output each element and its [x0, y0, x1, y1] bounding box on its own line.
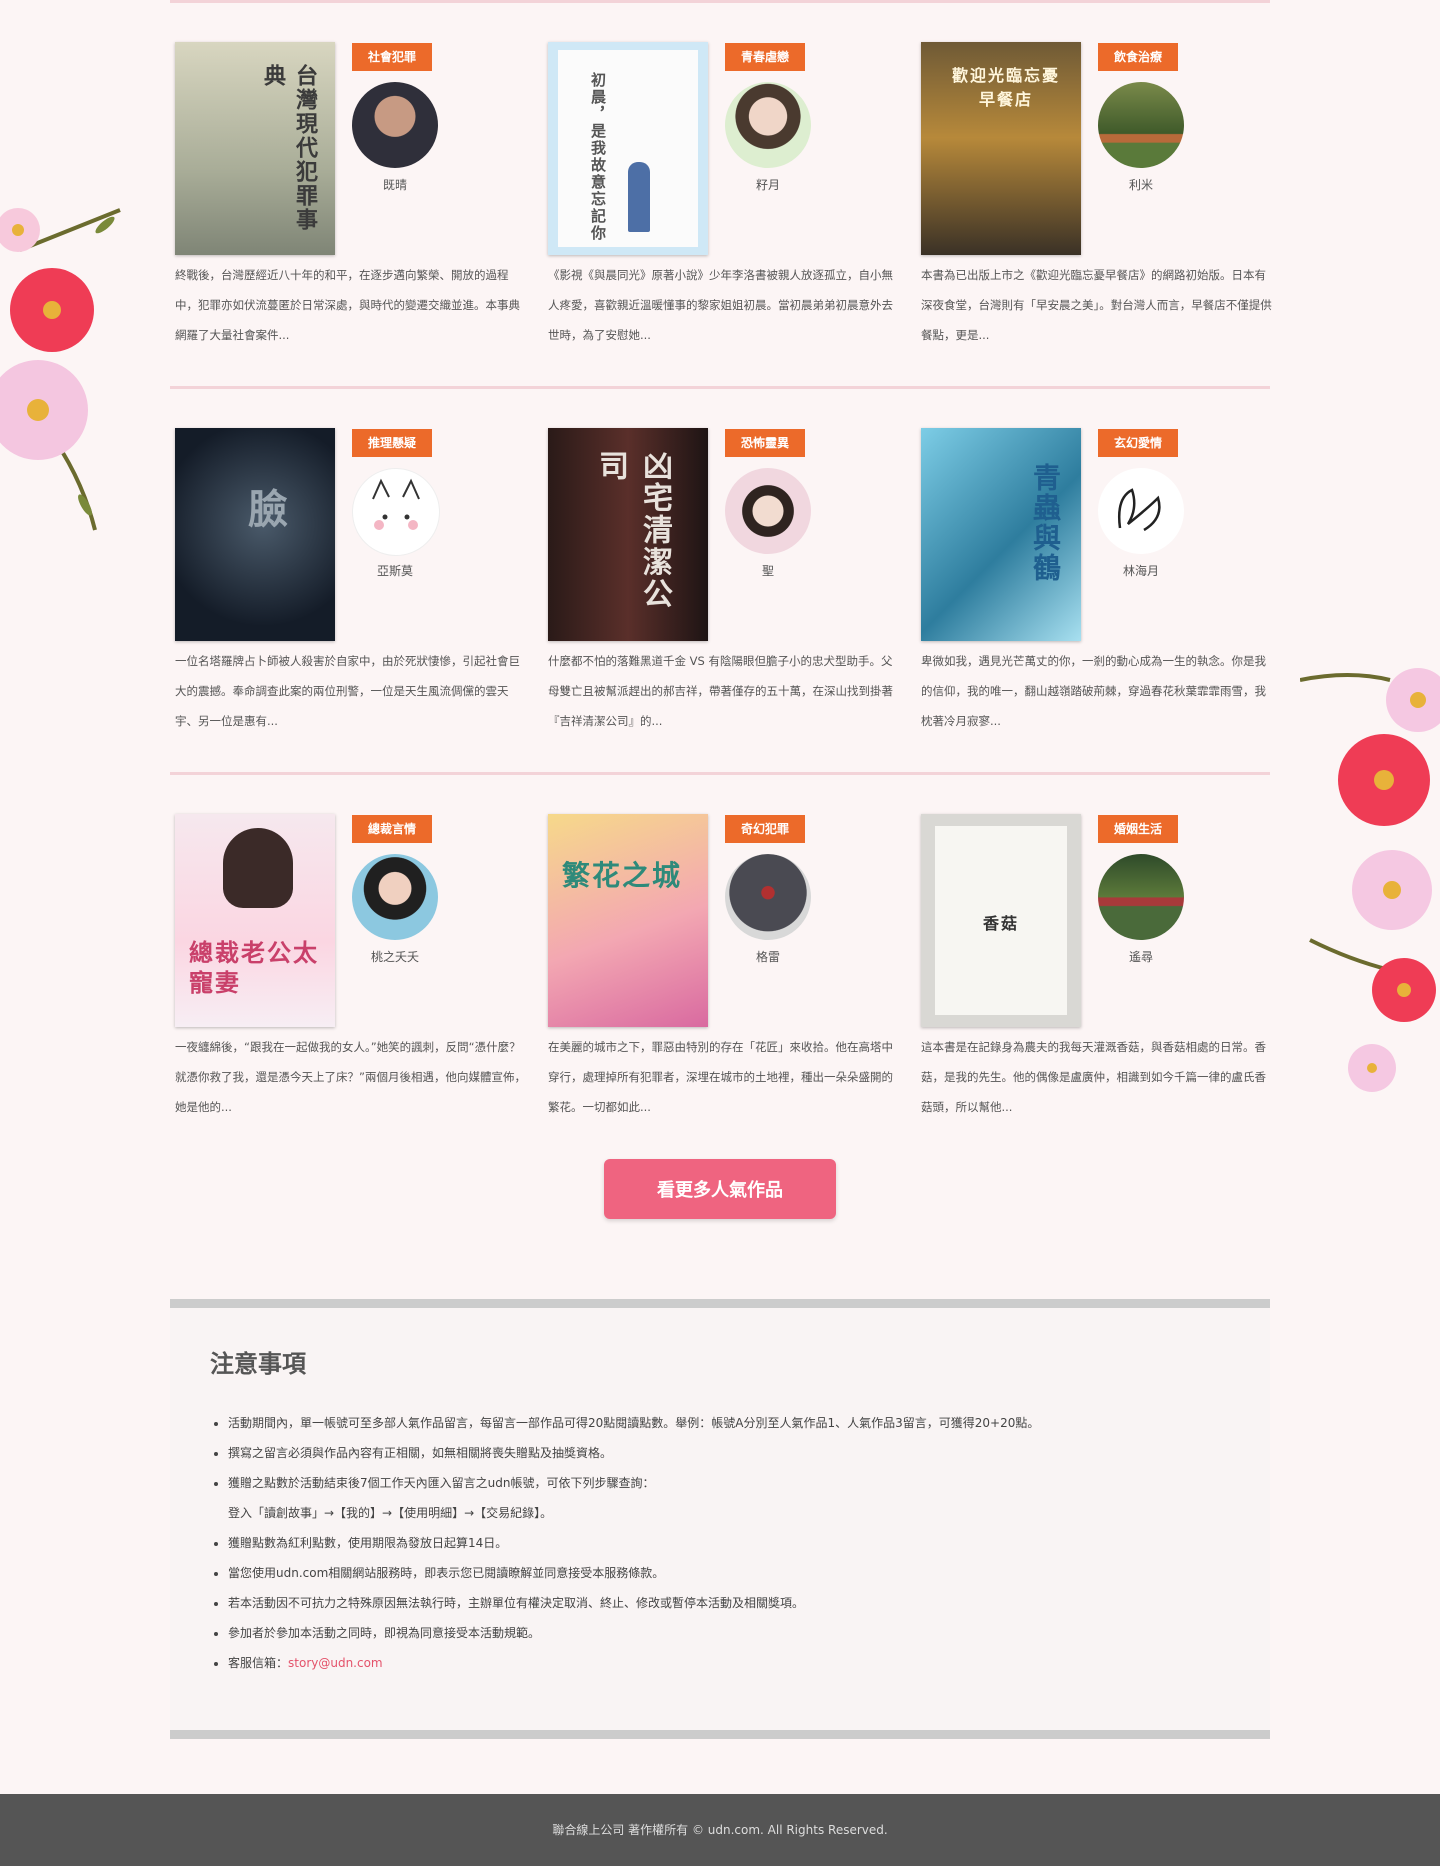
notice-section: 注意事項 活動期間內，單一帳號可至多部人氣作品留言，每留言一部作品可得20點閱讀… [170, 1299, 1270, 1739]
author-name[interactable]: 利米 [1098, 176, 1184, 193]
book-cover[interactable]: 青蟲與鶴 [921, 428, 1081, 641]
notice-item: 獲贈點數為紅利點數，使用期限為發放日起算14日。 [228, 1528, 1248, 1558]
book-description: 一夜纏綿後，“跟我在一起做我的女人。”她笑的諷刺，反問“憑什麼？就憑你救了我，還… [175, 1040, 526, 1114]
author-avatar[interactable] [725, 854, 811, 940]
book-cover[interactable]: 初晨，是我故意忘記你 [548, 42, 708, 255]
footer-copyright: 聯合線上公司 著作權所有 © udn.com. All Rights Reser… [0, 1794, 1440, 1866]
author-name[interactable]: 林海月 [1098, 562, 1184, 579]
notice-title: 注意事項 [210, 1350, 306, 1378]
book-card[interactable]: 歡迎光臨忘憂早餐店 飲食治療 利米 本書為已出版上市之《歡迎光臨忘憂早餐店》的網… [916, 42, 1276, 342]
author-avatar[interactable] [352, 82, 438, 168]
author-name[interactable]: 格雷 [725, 948, 811, 965]
book-description: 這本書是在記錄身為農夫的我每天灌溉香菇，與香菇相處的日常。香菇，是我的先生。他的… [921, 1040, 1266, 1114]
author-avatar[interactable] [1098, 468, 1184, 554]
book-cover[interactable]: 總裁老公太寵妻 [175, 814, 335, 1027]
notice-item: 活動期間內，單一帳號可至多部人氣作品留言，每留言一部作品可得20點閱讀點數。舉例… [228, 1408, 1248, 1438]
left-flower-decoration [0, 208, 121, 531]
book-cover[interactable]: 香菇 [921, 814, 1081, 1027]
category-tag[interactable]: 恐怖靈異 [725, 429, 805, 457]
book-description: 在美麗的城市之下，罪惡由特別的存在「花匠」來收拾。他在高塔中穿行，處理掉所有犯罪… [548, 1040, 893, 1114]
author-avatar[interactable] [1098, 82, 1184, 168]
category-tag[interactable]: 推理懸疑 [352, 429, 432, 457]
author-avatar[interactable] [352, 468, 440, 556]
book-cover[interactable]: 歡迎光臨忘憂早餐店 [921, 42, 1081, 255]
book-card[interactable]: 台灣現代犯罪事典 社會犯罪 既晴 終戰後，台灣歷經近八十年的和平，在逐步邁向繁榮… [170, 42, 530, 342]
book-row: 台灣現代犯罪事典 社會犯罪 既晴 終戰後，台灣歷經近八十年的和平，在逐步邁向繁榮… [170, 0, 1272, 386]
category-tag[interactable]: 社會犯罪 [352, 43, 432, 71]
book-cover[interactable]: 台灣現代犯罪事典 [175, 42, 335, 255]
contact-email-link[interactable]: story@udn.com [288, 1656, 383, 1670]
category-tag[interactable]: 婚姻生活 [1098, 815, 1178, 843]
author-avatar[interactable] [725, 82, 811, 168]
book-card[interactable]: 凶宅清潔公司 恐怖靈異 聖 什麼都不怕的落難黑道千金 VS 有陰陽眼但膽子小的忠… [543, 428, 903, 728]
category-tag[interactable]: 奇幻犯罪 [725, 815, 805, 843]
book-cover[interactable]: 凶宅清潔公司 [548, 428, 708, 641]
notice-item: 若本活動因不可抗力之特殊原因無法執行時，主辦單位有權決定取消、終止、修改或暫停本… [228, 1588, 1248, 1618]
notice-item: 撰寫之留言必須與作品內容有正相關，如無相關將喪失贈點及抽獎資格。 [228, 1438, 1248, 1468]
book-cover[interactable]: 繁花之城 [548, 814, 708, 1027]
book-card[interactable]: 初晨，是我故意忘記你 青春虐戀 籽月 《影視《與晨同光》原著小說》少年李洛書被親… [543, 42, 903, 342]
book-description: 什麼都不怕的落難黑道千金 VS 有陰陽眼但膽子小的忠犬型助手。父母雙亡且被幫派趕… [548, 654, 893, 728]
book-description: 終戰後，台灣歷經近八十年的和平，在逐步邁向繁榮、開放的過程中，犯罪亦如伏流蔓匿於… [175, 268, 520, 342]
book-card[interactable]: 繁花之城 奇幻犯罪 格雷 在美麗的城市之下，罪惡由特別的存在「花匠」來收拾。他在… [543, 814, 903, 1114]
notice-item: 當您使用udn.com相關網站服務時，即表示您已閱讀瞭解並同意接受本服務條款。 [228, 1558, 1248, 1588]
author-avatar[interactable] [725, 468, 811, 554]
book-description: 卑微如我，遇見光芒萬丈的你，一剎的動心成為一生的執念。你是我的信仰，我的唯一，翻… [921, 654, 1266, 728]
notice-item: 獲贈之點數於活動結束後7個工作天內匯入留言之udn帳號，可依下列步驟查詢： [228, 1468, 1248, 1498]
category-tag[interactable]: 總裁言情 [352, 815, 432, 843]
notice-item-steps: 登入「讀創故事」→【我的】→【使用明細】→【交易紀錄】。 [228, 1506, 553, 1520]
book-description: 本書為已出版上市之《歡迎光臨忘憂早餐店》的網路初始版。日本有深夜食堂，台灣則有「… [921, 268, 1272, 342]
category-tag[interactable]: 玄幻愛情 [1098, 429, 1178, 457]
author-name[interactable]: 聖 [725, 562, 811, 579]
notice-list: 活動期間內，單一帳號可至多部人氣作品留言，每留言一部作品可得20點閱讀點數。舉例… [210, 1408, 1248, 1678]
contact-label: 客服信箱： [228, 1656, 289, 1670]
right-flower-decoration [1300, 668, 1440, 1092]
category-tag[interactable]: 青春虐戀 [725, 43, 805, 71]
more-works-button[interactable]: 看更多人氣作品 [604, 1159, 836, 1219]
author-name[interactable]: 桃之夭夭 [352, 948, 438, 965]
book-row: 總裁老公太寵妻 總裁言情 桃之夭夭 一夜纏綿後，“跟我在一起做我的女人。”她笑的… [170, 772, 1270, 1158]
book-card[interactable]: 香菇 婚姻生活 遙尋 這本書是在記錄身為農夫的我每天灌溉香菇，與香菇相處的日常。… [916, 814, 1276, 1114]
category-tag[interactable]: 飲食治療 [1098, 43, 1178, 71]
book-card[interactable]: 臉 推理懸疑 亞斯莫 一位名塔羅牌占卜師被人殺害於自家中，由於死狀悽慘，引起社會… [170, 428, 530, 728]
author-name[interactable]: 既晴 [352, 176, 438, 193]
book-description: 《影視《與晨同光》原著小說》少年李洛書被親人放逐孤立，自小無人疼愛，喜歡親近溫暖… [548, 268, 893, 342]
book-cover[interactable]: 臉 [175, 428, 335, 641]
book-card[interactable]: 總裁老公太寵妻 總裁言情 桃之夭夭 一夜纏綿後，“跟我在一起做我的女人。”她笑的… [170, 814, 530, 1114]
author-name[interactable]: 亞斯莫 [352, 562, 438, 579]
author-name[interactable]: 遙尋 [1098, 948, 1184, 965]
notice-item: 參加者於參加本活動之同時，即視為同意接受本活動規範。 [228, 1618, 1248, 1648]
book-description: 一位名塔羅牌占卜師被人殺害於自家中，由於死狀悽慘，引起社會巨大的震撼。奉命調查此… [175, 654, 520, 728]
book-row: 臉 推理懸疑 亞斯莫 一位名塔羅牌占卜師被人殺害於自家中，由於死狀悽慘，引起社會… [170, 386, 1270, 772]
author-avatar[interactable] [352, 854, 438, 940]
book-card[interactable]: 青蟲與鶴 玄幻愛情 林海月 卑微如我，遇見光芒萬丈的你，一剎的動心成為一生的執念… [916, 428, 1276, 728]
author-name[interactable]: 籽月 [725, 176, 811, 193]
notice-item-contact: 客服信箱：story@udn.com [228, 1648, 1248, 1678]
author-avatar[interactable] [1098, 854, 1184, 940]
